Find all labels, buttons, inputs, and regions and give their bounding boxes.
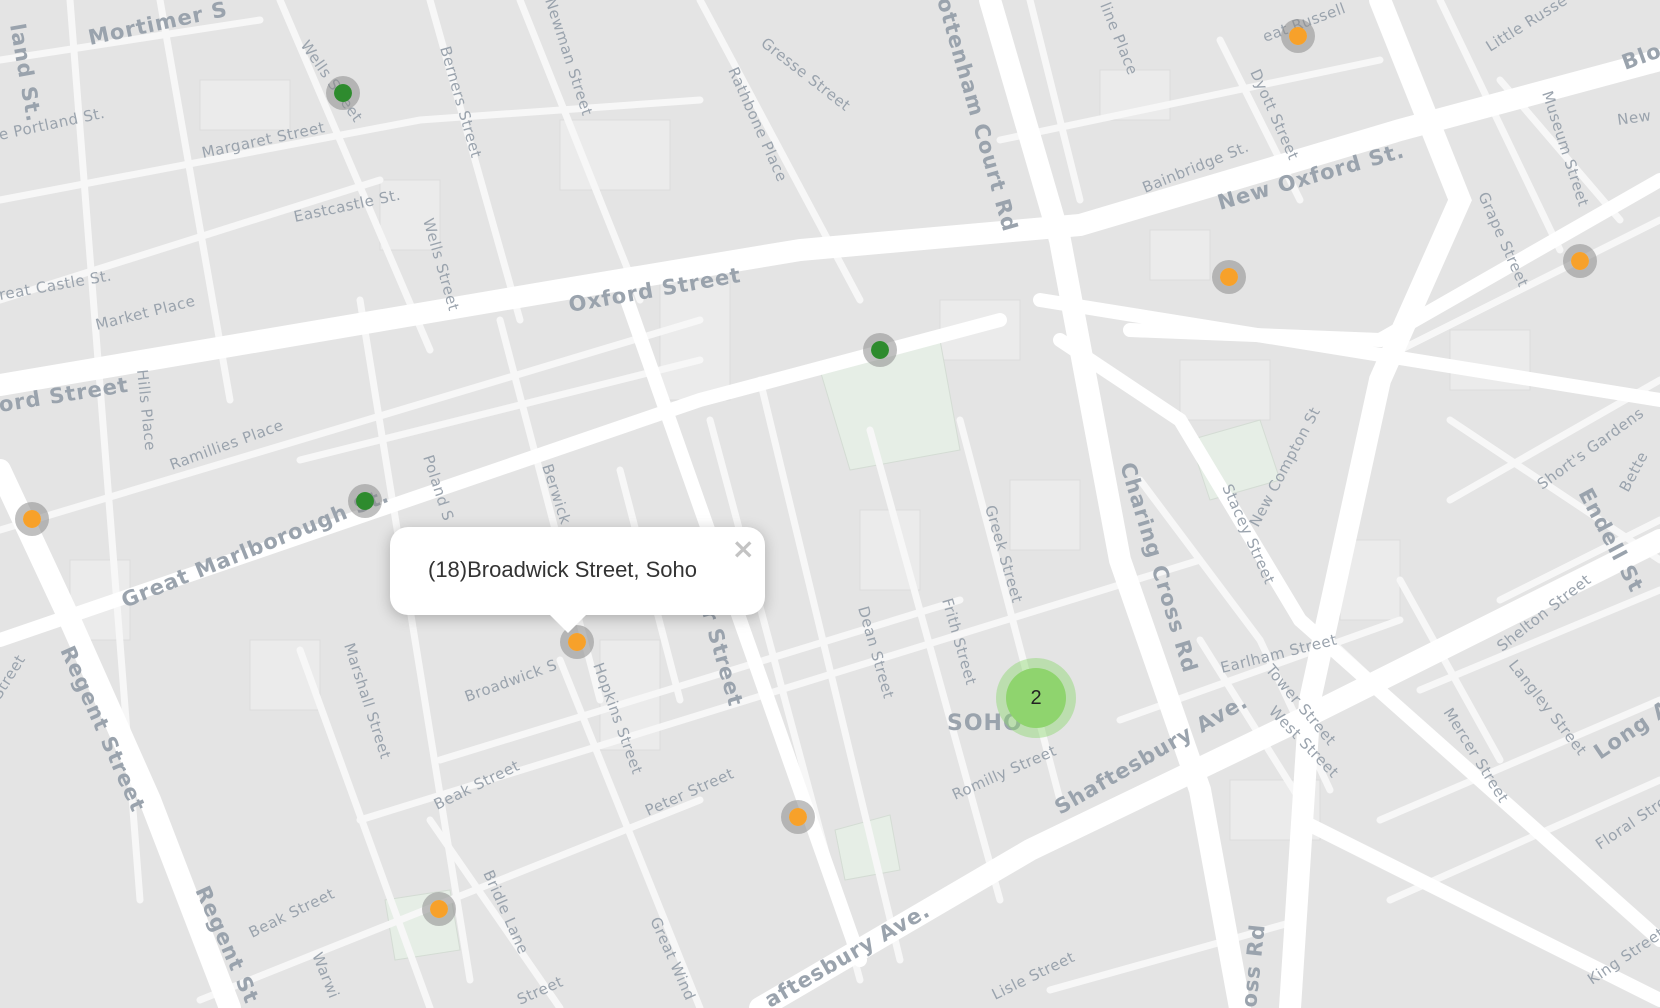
map-marker-green[interactable] — [348, 484, 382, 518]
map-marker-orange[interactable] — [422, 892, 456, 926]
map-marker-orange[interactable] — [1281, 19, 1315, 53]
map-marker-orange[interactable] — [1563, 244, 1597, 278]
marker-popup: (18)Broadwick Street, Soho × — [390, 527, 765, 633]
map-view[interactable]: Oxford Street ord Street New Oxford St. … — [0, 0, 1660, 1008]
map-marker-orange[interactable] — [781, 800, 815, 834]
map-marker-green[interactable] — [863, 333, 897, 367]
popup-close-icon[interactable]: × — [732, 535, 755, 563]
marker-cluster[interactable]: 2 — [996, 658, 1076, 738]
map-marker-orange[interactable] — [15, 502, 49, 536]
popup-tip — [548, 613, 588, 633]
map-marker-green[interactable] — [326, 76, 360, 110]
popup-content: (18)Broadwick Street, Soho — [428, 557, 698, 582]
map-marker-orange[interactable] — [1212, 260, 1246, 294]
cluster-count: 2 — [1006, 668, 1066, 728]
map-base-layer: Oxford Street ord Street New Oxford St. … — [0, 0, 1660, 1008]
